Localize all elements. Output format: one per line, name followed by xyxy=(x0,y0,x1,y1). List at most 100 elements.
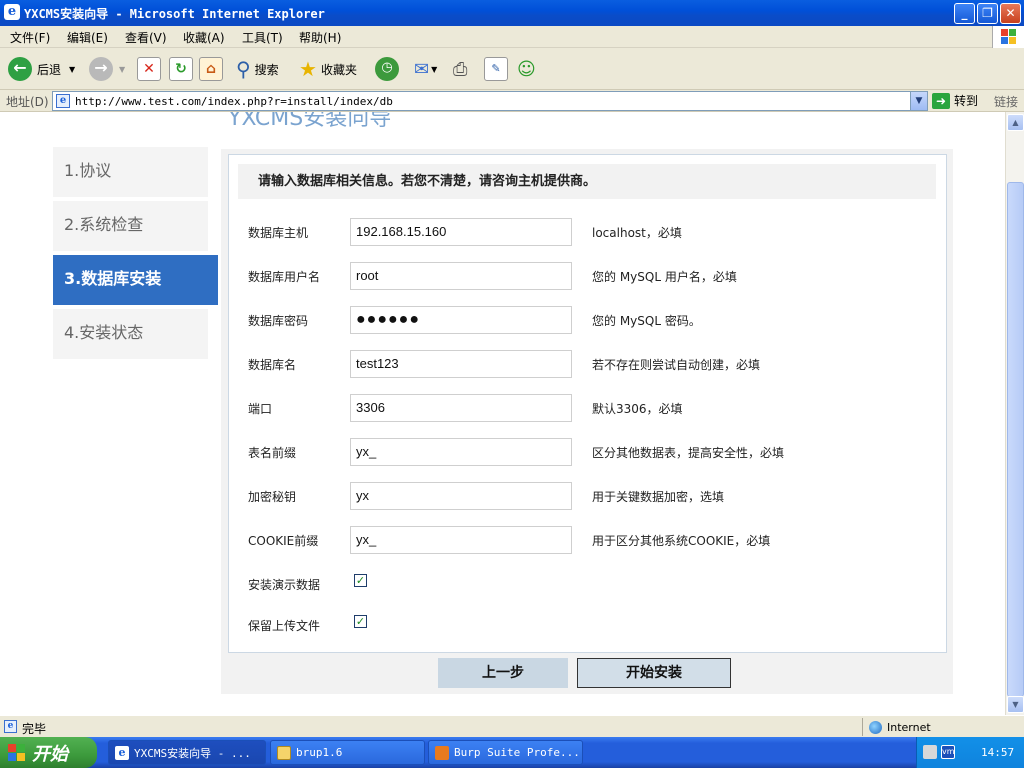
step-agreement[interactable]: 1.协议 xyxy=(53,147,208,197)
print-icon: ⎙ xyxy=(453,58,468,80)
menu-bar: 文件(F) 编辑(E) 查看(V) 收藏(A) 工具(T) 帮助(H) xyxy=(0,26,1024,48)
window-titlebar[interactable]: e YXCMS安装向导 - Microsoft Internet Explore… xyxy=(0,0,1024,26)
db-password-input[interactable]: ●●●●●● xyxy=(350,306,572,334)
mail-dropdown-icon[interactable]: ▼ xyxy=(431,65,437,74)
port-input[interactable]: 3306 xyxy=(350,394,572,422)
menu-edit[interactable]: 编辑(E) xyxy=(67,29,108,46)
address-bar: 地址(D) e http://www.test.com/index.php?r=… xyxy=(0,90,1024,112)
db-name-label: 数据库名 xyxy=(248,358,297,372)
port-label: 端口 xyxy=(248,402,273,416)
back-button[interactable]: ← 后退 ▼ xyxy=(8,56,75,82)
search-button[interactable]: ⚲ 搜索 xyxy=(236,56,279,82)
step-system-check[interactable]: 2.系统检查 xyxy=(53,201,208,251)
keyboard-icon[interactable] xyxy=(923,745,937,759)
favorites-label: 收藏夹 xyxy=(320,62,357,77)
db-host-hint: localhost，必填 xyxy=(592,226,682,240)
db-password-hint: 您的 MySQL 密码。 xyxy=(592,314,701,328)
db-name-input[interactable]: test123 xyxy=(350,350,572,378)
encrypt-key-input[interactable]: yx xyxy=(350,482,572,510)
step-install-status[interactable]: 4.安装状态 xyxy=(53,309,208,359)
table-prefix-label: 表名前缀 xyxy=(248,446,297,460)
print-button[interactable]: ⎙ xyxy=(453,56,467,82)
maximize-button[interactable]: ❐ xyxy=(977,3,998,24)
windows-logo xyxy=(992,26,1024,48)
table-prefix-input[interactable]: yx_ xyxy=(350,438,572,466)
home-button[interactable]: ⌂ xyxy=(199,56,223,82)
db-user-label: 数据库用户名 xyxy=(248,270,321,284)
address-label: 地址(D) xyxy=(6,95,49,109)
port-hint: 默认3306，必填 xyxy=(592,402,683,416)
forward-button[interactable]: → ▼ xyxy=(89,56,125,82)
address-url[interactable]: http://www.test.com/index.php?r=install/… xyxy=(75,95,393,108)
cookie-prefix-hint: 用于区分其他系统COOKIE，必填 xyxy=(592,534,771,548)
start-install-button[interactable]: 开始安装 xyxy=(577,658,731,688)
status-text: 完毕 xyxy=(22,722,47,736)
demo-data-label: 安装演示数据 xyxy=(248,578,321,592)
go-arrow-icon: ➜ xyxy=(932,92,950,109)
start-windows-flag-icon xyxy=(8,743,26,762)
page-icon: e xyxy=(56,94,70,108)
scroll-down-icon[interactable]: ▼ xyxy=(1007,696,1024,713)
prev-step-button[interactable]: 上一步 xyxy=(438,658,568,688)
vertical-scrollbar[interactable]: ▲ ▼ xyxy=(1005,112,1024,715)
scroll-up-icon[interactable]: ▲ xyxy=(1007,114,1024,131)
minimize-button[interactable]: _ xyxy=(954,3,975,24)
page-viewport: YXCMS安装向导 1.协议 2.系统检查 3.数据库安装 4.安装状态 请输入… xyxy=(0,112,1005,715)
go-label: 转到 xyxy=(954,94,979,108)
refresh-button[interactable]: ↻ xyxy=(169,56,193,82)
db-host-input[interactable]: 192.168.15.160 xyxy=(350,218,572,246)
mail-icon: ✉ xyxy=(414,58,430,80)
scroll-thumb[interactable] xyxy=(1007,182,1024,697)
status-bar: e 完毕 Internet xyxy=(0,715,1024,737)
task-yxcms[interactable]: e YXCMS安装向导 - ... xyxy=(108,740,266,765)
table-prefix-hint: 区分其他数据表，提高安全性，必填 xyxy=(592,446,785,460)
close-button[interactable]: ✕ xyxy=(1000,3,1021,24)
security-zone: Internet xyxy=(862,718,1024,736)
vm-icon[interactable]: vm xyxy=(941,745,955,759)
demo-data-checkbox[interactable]: ✓ xyxy=(354,574,367,587)
back-dropdown-icon[interactable]: ▼ xyxy=(69,65,75,74)
menu-file[interactable]: 文件(F) xyxy=(10,29,50,46)
stop-icon: ✕ xyxy=(137,57,161,81)
favorites-button[interactable]: ★ 收藏夹 xyxy=(299,56,357,82)
step-database-install[interactable]: 3.数据库安装 xyxy=(53,255,218,305)
db-host-label: 数据库主机 xyxy=(248,226,309,240)
go-button[interactable]: ➜ 转到 xyxy=(932,92,978,109)
field-row-port: 端口 3306 默认3306，必填 xyxy=(248,394,888,422)
edit-page-icon: ✎ xyxy=(484,57,508,81)
start-button[interactable]: 开始 xyxy=(0,737,97,768)
address-input[interactable]: e http://www.test.com/index.php?r=instal… xyxy=(52,91,928,111)
keep-uploads-checkbox[interactable]: ✓ xyxy=(354,615,367,628)
forward-dropdown-icon[interactable]: ▼ xyxy=(119,65,125,74)
db-user-input[interactable]: root xyxy=(350,262,572,290)
task-burp[interactable]: Burp Suite Profe... xyxy=(428,740,583,765)
page-heading: YXCMS安装向导 xyxy=(228,112,392,131)
favorites-star-icon: ★ xyxy=(299,57,317,81)
menu-help[interactable]: 帮助(H) xyxy=(299,29,341,46)
stop-button[interactable]: ✕ xyxy=(137,56,161,82)
globe-icon xyxy=(869,720,882,734)
task-burp-label: Burp Suite Profe... xyxy=(454,746,580,759)
messenger-button[interactable]: ☺ xyxy=(517,56,536,82)
ie-task-icon: e xyxy=(115,745,129,760)
checkbox-row-keep-uploads: 保留上传文件 ✓ xyxy=(248,611,888,639)
refresh-icon: ↻ xyxy=(169,57,193,81)
encrypt-key-hint: 用于关键数据加密，选填 xyxy=(592,490,725,504)
ie-icon: e xyxy=(4,4,20,20)
menu-view[interactable]: 查看(V) xyxy=(125,29,167,46)
cookie-prefix-input[interactable]: yx_ xyxy=(350,526,572,554)
address-dropdown-icon[interactable]: ▼ xyxy=(910,92,927,110)
notice-text: 请输入数据库相关信息。若您不清楚，请咨询主机提供商。 xyxy=(238,164,936,199)
links-button[interactable]: 链接 xyxy=(994,93,1018,110)
task-brup[interactable]: brup1.6 xyxy=(270,740,425,765)
keep-uploads-label: 保留上传文件 xyxy=(248,619,321,633)
forward-arrow-icon: → xyxy=(89,57,113,81)
menu-tools[interactable]: 工具(T) xyxy=(242,29,283,46)
edit-button[interactable]: ✎ xyxy=(484,56,508,82)
mail-button[interactable]: ✉ ▼ xyxy=(414,56,437,82)
field-row-db-name: 数据库名 test123 若不存在则尝试自动创建，必填 xyxy=(248,350,888,378)
menu-favorites[interactable]: 收藏(A) xyxy=(183,29,225,46)
history-icon: ◷ xyxy=(375,57,399,81)
home-icon: ⌂ xyxy=(199,57,223,81)
history-button[interactable]: ◷ xyxy=(375,56,399,82)
